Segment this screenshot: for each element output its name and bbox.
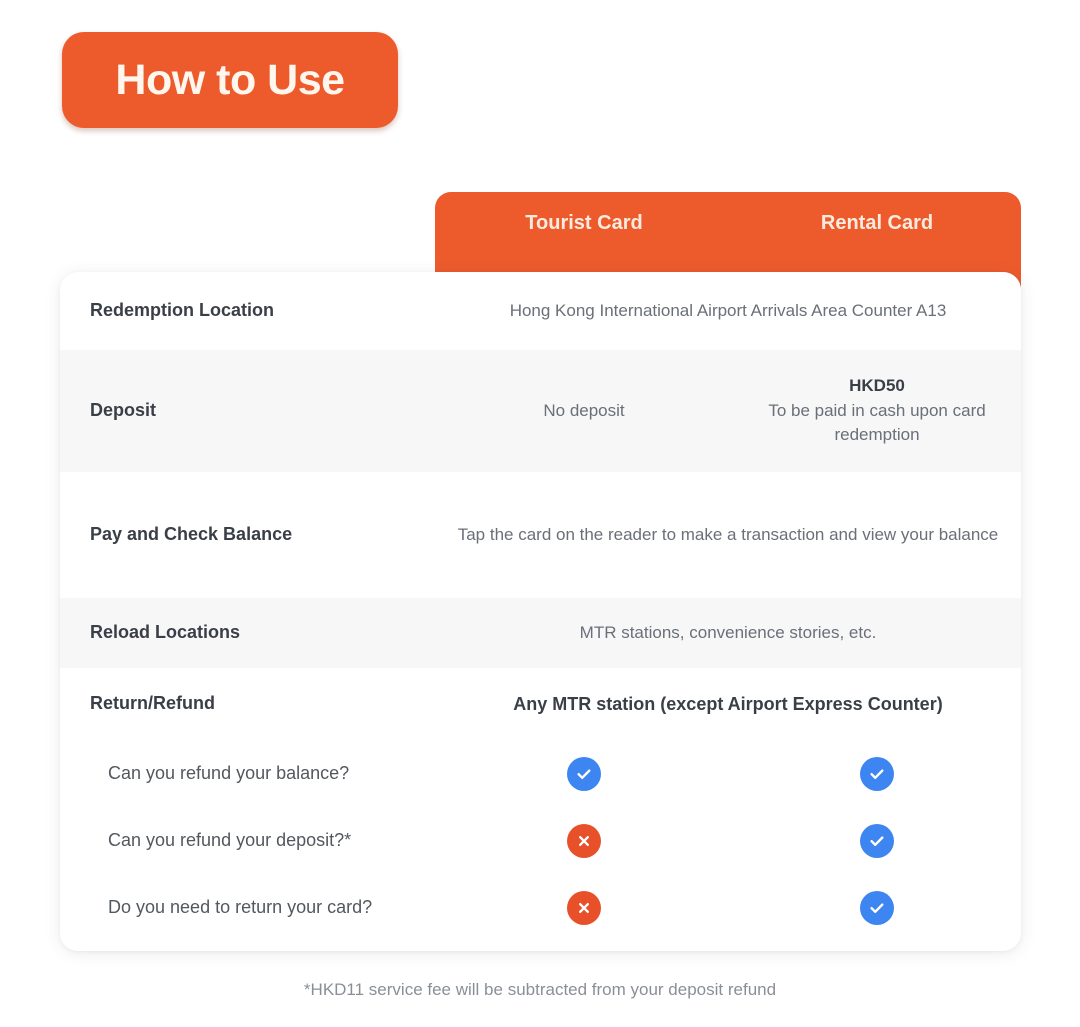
table-row: Return/Refund Any MTR station (except Ai…: [60, 668, 1021, 740]
row-values: MTR stations, convenience stories, etc.: [435, 598, 1021, 668]
cell-return-card-tourist: [435, 890, 733, 925]
row-values: [435, 807, 1021, 874]
deposit-refund-footnote: *HKD11 service fee will be subtracted fr…: [303, 980, 777, 999]
column-header-tourist-card: Tourist Card: [525, 212, 643, 234]
table-row: Redemption Location Hong Kong Internatio…: [60, 272, 1021, 350]
cell-return-card-rental: [733, 890, 1021, 925]
row-values: [435, 874, 1021, 941]
row-label-refund-deposit-question: Can you refund your deposit?*: [108, 829, 352, 850]
table-row: Can you refund your deposit?*: [60, 807, 1021, 874]
cell-deposit-rental: HKD50 To be paid in cash upon card redem…: [733, 374, 1021, 448]
table-row: Can you refund your balance?: [60, 740, 1021, 807]
cell-deposit-rental-amount: HKD50: [849, 376, 905, 396]
check-circle-icon: [567, 756, 601, 791]
row-values: [435, 740, 1021, 807]
comparison-table: Redemption Location Hong Kong Internatio…: [60, 272, 1021, 951]
check-circle-icon: [860, 890, 894, 925]
row-label-reload-locations: Reload Locations: [90, 622, 241, 643]
cell-redemption-location-value: Hong Kong International Airport Arrivals…: [509, 300, 947, 320]
cell-refund-deposit-tourist: [435, 823, 733, 858]
row-label-pay-and-check-balance: Pay and Check Balance: [90, 524, 293, 545]
cross-circle-icon: [567, 823, 601, 858]
cell-pay-and-check-balance-value: Tap the card on the reader to make a tra…: [457, 524, 999, 544]
row-label-refund-balance-question: Can you refund your balance?: [108, 762, 350, 783]
cell-deposit-tourist: No deposit: [543, 400, 625, 420]
row-label-deposit: Deposit: [90, 400, 157, 421]
row-values: Tap the card on the reader to make a tra…: [435, 472, 1021, 598]
table-row: Do you need to return your card?: [60, 874, 1021, 941]
row-label-redemption-location: Redemption Location: [90, 300, 274, 321]
check-circle-icon: [860, 756, 894, 791]
how-to-use-title-pill: How to Use: [62, 32, 398, 128]
cell-deposit-rental-note: To be paid in cash upon card redemption: [768, 400, 986, 445]
table-row: Deposit No deposit HKD50 To be paid in c…: [60, 350, 1021, 472]
table-row: Reload Locations MTR stations, convenien…: [60, 598, 1021, 668]
cell-return-refund-value: Any MTR station (except Airport Express …: [513, 693, 943, 714]
cell-refund-balance-tourist: [435, 756, 733, 791]
table-bottom-spacer: [60, 941, 1021, 951]
cell-reload-locations-value: MTR stations, convenience stories, etc.: [579, 622, 877, 642]
table-row: Pay and Check Balance Tap the card on th…: [60, 472, 1021, 598]
cross-circle-icon: [567, 890, 601, 925]
row-values: Any MTR station (except Airport Express …: [435, 668, 1021, 740]
row-label-return-refund: Return/Refund: [90, 693, 215, 714]
check-circle-icon: [860, 823, 894, 858]
row-values: No deposit HKD50 To be paid in cash upon…: [435, 350, 1021, 472]
row-values: Hong Kong International Airport Arrivals…: [435, 272, 1021, 350]
cell-refund-balance-rental: [733, 756, 1021, 791]
page-title: How to Use: [115, 55, 345, 104]
cell-refund-deposit-rental: [733, 823, 1021, 858]
row-label-return-card-question: Do you need to return your card?: [108, 896, 373, 917]
column-header-rental-card: Rental Card: [820, 212, 934, 234]
